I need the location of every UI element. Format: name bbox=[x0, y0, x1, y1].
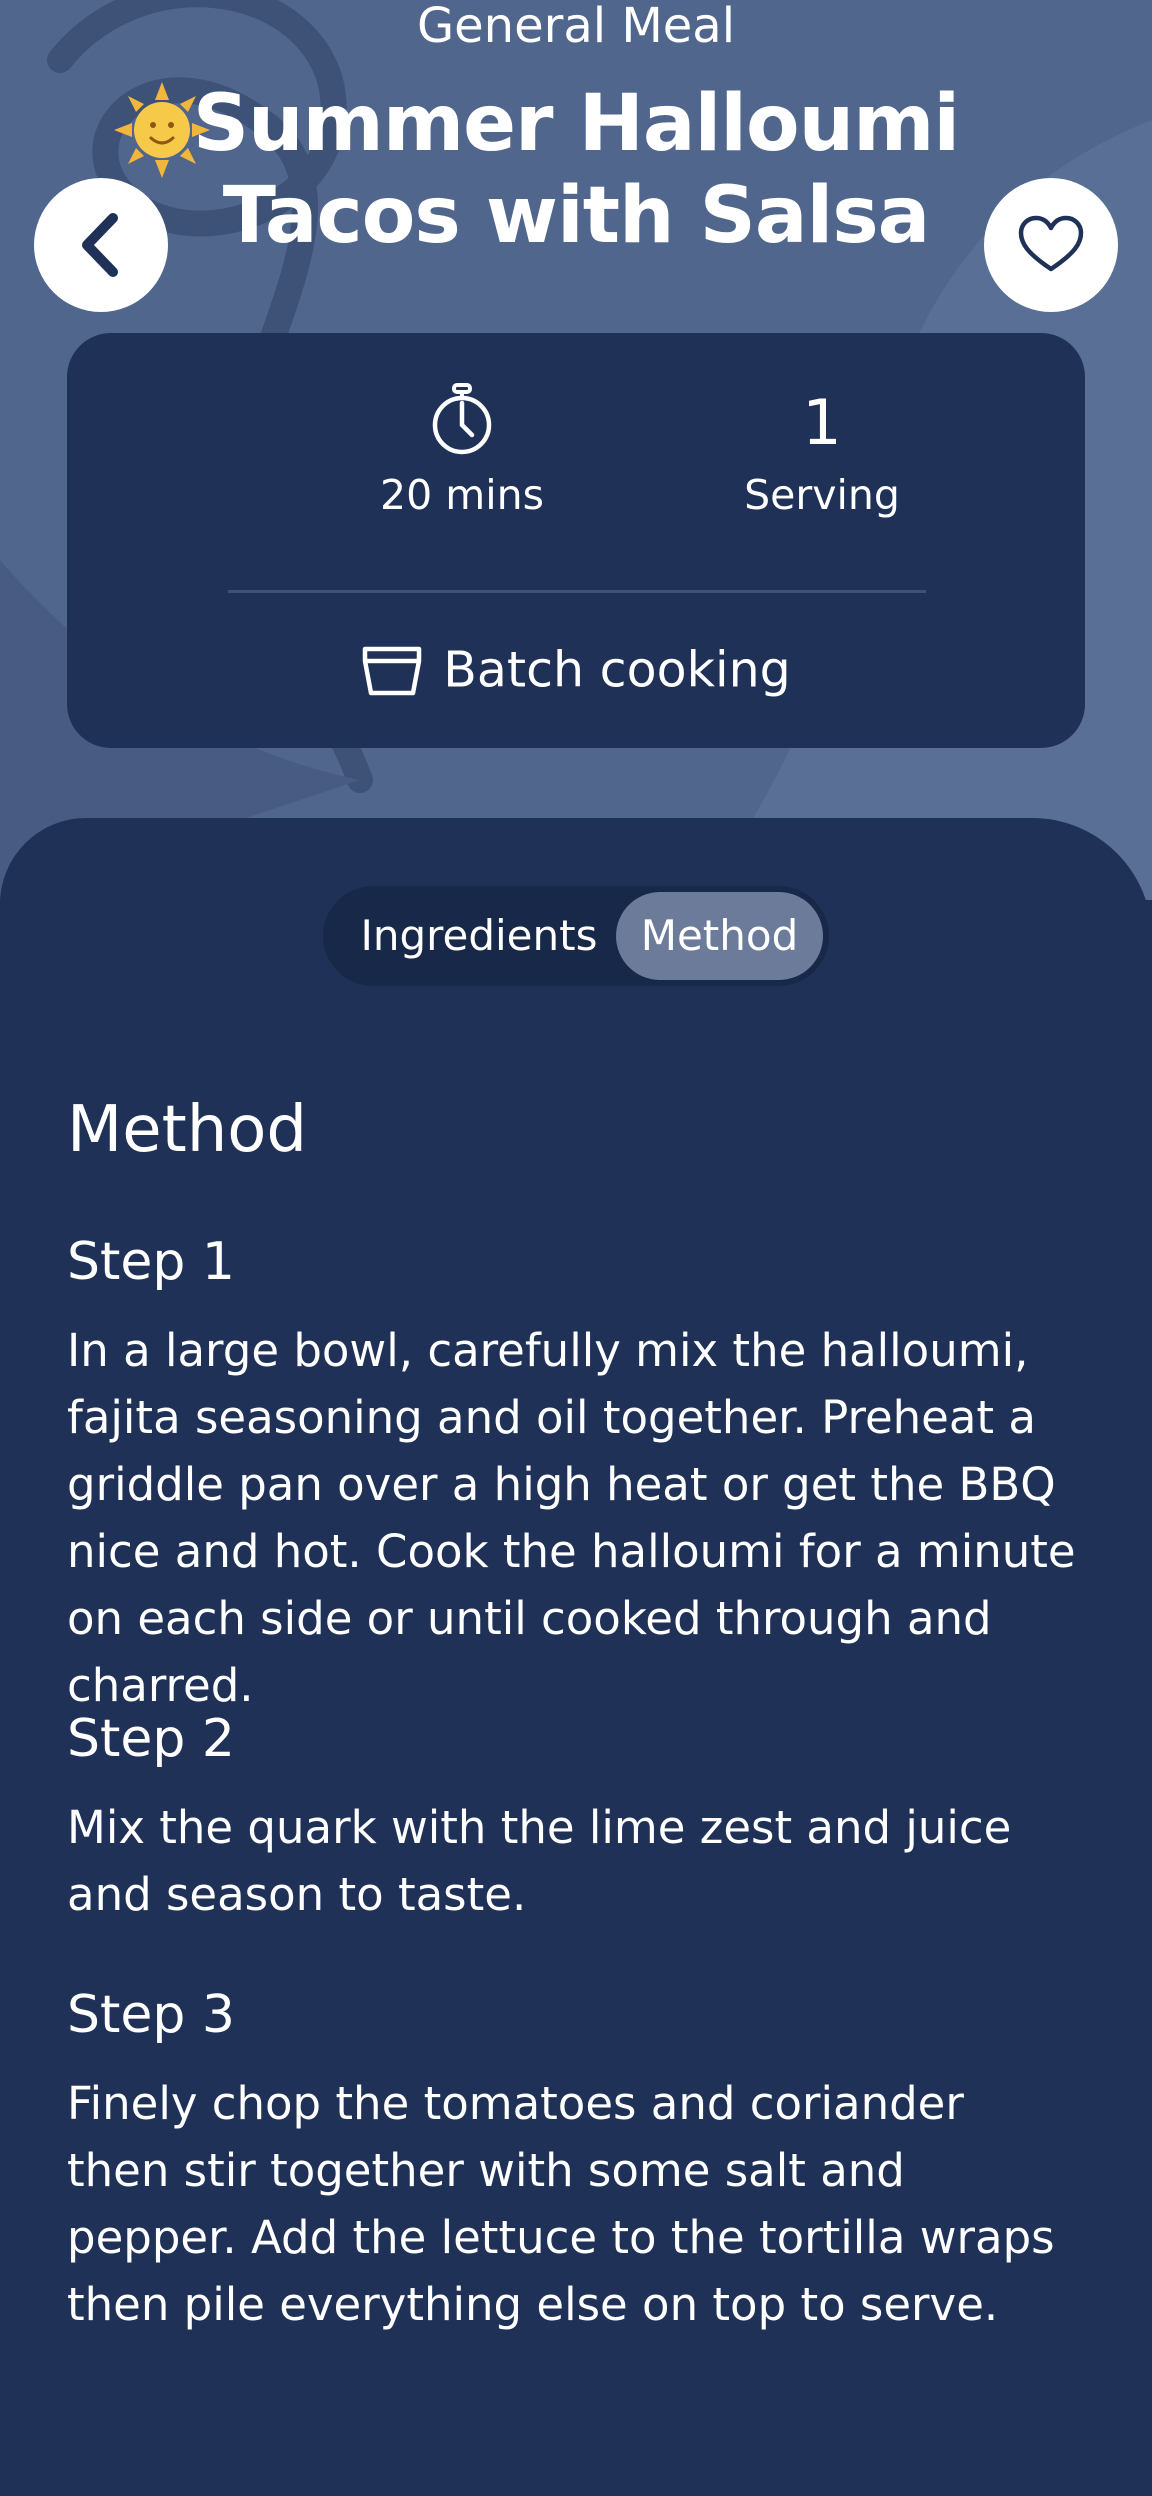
back-button[interactable] bbox=[34, 178, 168, 312]
step-3-text: Finely chop the tomatoes and coriander t… bbox=[67, 2077, 1055, 2331]
recipe-title: Summer Halloumi Tacos with Salsa bbox=[192, 79, 960, 261]
stopwatch-icon bbox=[432, 383, 492, 455]
container-icon bbox=[363, 646, 422, 695]
servings-value: 1 bbox=[802, 386, 842, 459]
servings-stat: 1 Serving bbox=[657, 383, 987, 521]
tab-switcher: Ingredients Method bbox=[323, 886, 829, 986]
chevron-left-icon bbox=[82, 213, 118, 277]
step-1-text: In a large bowl, carefully mix the hallo… bbox=[67, 1324, 1076, 1712]
recipe-category: General Meal bbox=[416, 0, 736, 54]
step-2-title: Step 2 bbox=[67, 1709, 236, 1769]
step-1-title: Step 1 bbox=[67, 1232, 236, 1292]
step-2-text: Mix the quark with the lime zest and jui… bbox=[67, 1801, 1012, 1921]
prep-time-label: 20 mins bbox=[380, 471, 544, 519]
recipe-info-card: 20 mins 1 Serving Batch cooking bbox=[67, 333, 1085, 748]
card-divider bbox=[228, 590, 926, 593]
servings-label: Serving bbox=[744, 471, 900, 519]
tab-ingredients[interactable]: Ingredients bbox=[339, 892, 619, 980]
method-heading: Method bbox=[67, 1093, 308, 1167]
tab-method[interactable]: Method bbox=[616, 892, 823, 980]
prep-time-stat: 20 mins bbox=[297, 383, 627, 521]
batch-cooking-tag: Batch cooking bbox=[67, 633, 1085, 706]
hero-header: General Meal Summer Halloumi Tacos with … bbox=[0, 0, 1152, 900]
heart-icon bbox=[1018, 215, 1084, 272]
step-3-title: Step 3 bbox=[67, 1985, 236, 2045]
batch-cooking-label: Batch cooking bbox=[443, 641, 791, 699]
favorite-button[interactable] bbox=[984, 178, 1118, 312]
